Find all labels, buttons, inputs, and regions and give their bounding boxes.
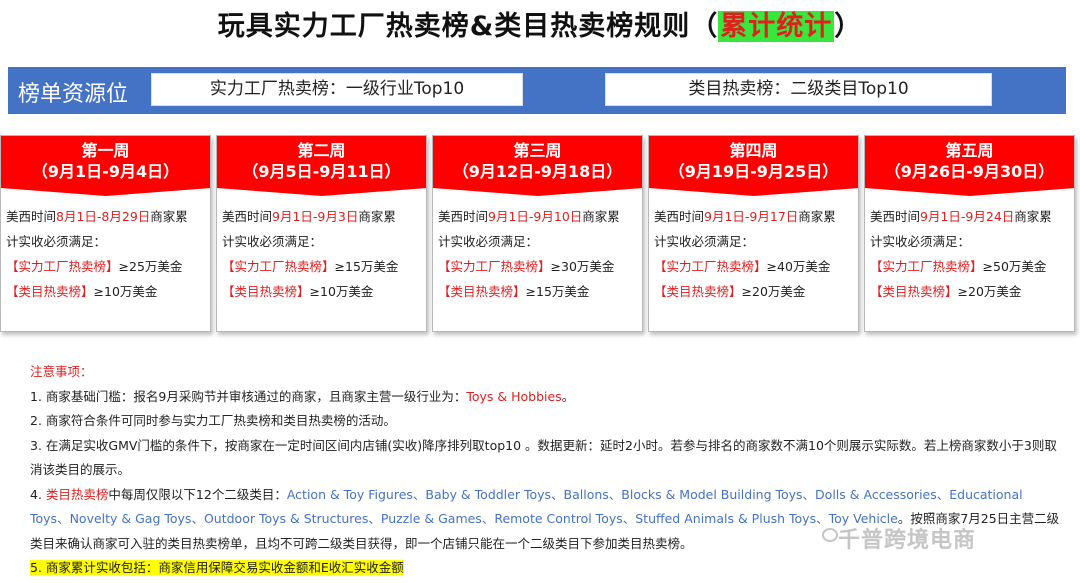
title-suffix: ） <box>834 11 863 42</box>
week-card: 第五周 （9月26日-9月30日） 美西时间9月1日-9月24日商家累 计实收必… <box>864 135 1075 332</box>
week-card: 第三周 （9月12日-9月18日） 美西时间9月1日-9月10日商家累 计实收必… <box>432 135 643 332</box>
week-card-body: 美西时间9月1日-9月17日商家累 计实收必须满足： 【实力工厂热卖榜】≥40万… <box>649 188 858 304</box>
week-card-body: 美西时间8月1日-8月29日商家累 计实收必须满足： 【实力工厂热卖榜】≥25万… <box>1 188 210 304</box>
note-5: 5. 商家累计实收包括：商家信用保障交易实收金额和E收汇实收金额 <box>30 560 404 575</box>
week-dates: （9月26日-9月30日） <box>884 162 1055 181</box>
week-dates: （9月5日-9月11日） <box>242 162 401 181</box>
note-4-number: 4. <box>30 486 46 502</box>
week-card-body: 美西时间9月1日-9月10日商家累 计实收必须满足： 【实力工厂热卖榜】≥30万… <box>433 188 642 304</box>
time-range: 9月1日-9月17日 <box>704 209 799 224</box>
week-card: 第一周 （9月1日-9月4日） 美西时间8月1日-8月29日商家累 计实收必须满… <box>0 135 211 332</box>
time-range: 9月1日-9月24日 <box>920 209 1015 224</box>
category-tag: 【类目热卖榜】 <box>438 284 526 299</box>
wechat-icon <box>822 528 838 542</box>
title-main: 玩具实力工厂热卖榜&类目热卖榜规则（ <box>217 11 719 42</box>
week-dates: （9月12日-9月18日） <box>452 162 623 181</box>
factory-amount: ≥30万美金 <box>550 259 615 274</box>
time-suffix: 商家累 <box>798 209 836 224</box>
factory-tag: 【实力工厂热卖榜】 <box>6 259 119 274</box>
requirement-text: 计实收必须满足： <box>438 234 539 249</box>
note-1-text: 1. 商家基础门槛：报名9月采购节并审核通过的商家，且商家主营一级行业为： <box>30 388 467 404</box>
factory-amount: ≥50万美金 <box>982 259 1047 274</box>
category-amount: ≥10万美金 <box>309 284 374 299</box>
week-cards: 第一周 （9月1日-9月4日） 美西时间8月1日-8月29日商家累 计实收必须满… <box>0 135 1080 335</box>
category-tag: 【类目热卖榜】 <box>654 284 742 299</box>
note-1-industry: Toys & Hobbies <box>466 388 562 404</box>
time-prefix: 美西时间 <box>438 209 489 224</box>
resource-banner: 榜单资源位 实力工厂热卖榜：一级行业Top10 类目热卖榜：二级类目Top10 <box>8 67 1066 114</box>
time-suffix: 商家累 <box>1014 209 1052 224</box>
category-tag: 【类目热卖榜】 <box>870 284 958 299</box>
factory-amount: ≥40万美金 <box>766 259 831 274</box>
week-card-header: 第四周 （9月19日-9月25日） <box>649 136 859 196</box>
week-card-header: 第二周 （9月5日-9月11日） <box>217 136 427 196</box>
week-name: 第二周 <box>297 141 346 160</box>
time-prefix: 美西时间 <box>6 209 57 224</box>
time-prefix: 美西时间 <box>870 209 921 224</box>
category-amount: ≥20万美金 <box>741 284 806 299</box>
time-range: 9月1日-9月3日 <box>272 209 359 224</box>
time-prefix: 美西时间 <box>654 209 705 224</box>
note-1-end: 。 <box>561 388 575 404</box>
week-dates: （9月19日-9月25日） <box>668 162 839 181</box>
week-name: 第四周 <box>729 141 778 160</box>
week-card-header: 第五周 （9月26日-9月30日） <box>865 136 1075 196</box>
factory-tag: 【实力工厂热卖榜】 <box>222 259 335 274</box>
note-2: 2. 商家符合条件可同时参与实力工厂热卖榜和类目热卖榜的活动。 <box>30 413 396 428</box>
time-suffix: 商家累 <box>582 209 620 224</box>
title-highlight: 累计统计 <box>718 11 835 42</box>
factory-amount: ≥15万美金 <box>334 259 399 274</box>
note-3: 3. 在满足实收GMV门槛的条件下，按商家在一定时间区间内店铺(实收)降序排列取… <box>30 437 1057 478</box>
requirement-text: 计实收必须满足： <box>6 234 107 249</box>
watermark: 千普跨境电商 <box>838 528 977 553</box>
note-4-ranking: 类目热卖榜 <box>45 486 109 502</box>
week-card-header: 第三周 （9月12日-9月18日） <box>433 136 643 196</box>
week-card: 第二周 （9月5日-9月11日） 美西时间9月1日-9月3日商家累 计实收必须满… <box>216 135 427 332</box>
factory-tag: 【实力工厂热卖榜】 <box>438 259 551 274</box>
factory-tag: 【实力工厂热卖榜】 <box>870 259 983 274</box>
category-amount: ≥15万美金 <box>525 284 590 299</box>
banner-label: 榜单资源位 <box>18 82 129 107</box>
week-card: 第四周 （9月19日-9月25日） 美西时间9月1日-9月17日商家累 计实收必… <box>648 135 859 332</box>
note-1: 1. 商家基础门槛：报名9月采购节并审核通过的商家，且商家主营一级行业为：Toy… <box>30 385 1065 410</box>
week-card-header: 第一周 （9月1日-9月4日） <box>1 136 211 196</box>
week-name: 第五周 <box>945 141 994 160</box>
time-suffix: 商家累 <box>150 209 188 224</box>
time-suffix: 商家累 <box>358 209 396 224</box>
week-dates: （9月1日-9月4日） <box>31 162 180 181</box>
requirement-text: 计实收必须满足： <box>222 234 323 249</box>
category-amount: ≥10万美金 <box>93 284 158 299</box>
category-ranking-pill: 类目热卖榜：二级类目Top10 <box>605 73 992 106</box>
time-range: 9月1日-9月10日 <box>488 209 583 224</box>
time-range: 8月1日-8月29日 <box>56 209 151 224</box>
week-name: 第三周 <box>513 141 562 160</box>
requirement-text: 计实收必须满足： <box>870 234 971 249</box>
notes-heading: 注意事项： <box>30 364 93 379</box>
page-title: 玩具实力工厂热卖榜&类目热卖榜规则（累计统计） <box>0 4 1080 43</box>
factory-amount: ≥25万美金 <box>118 259 183 274</box>
note-4-text: 中每周仅限以下12个二级类目： <box>108 486 287 502</box>
category-amount: ≥20万美金 <box>957 284 1022 299</box>
category-tag: 【类目热卖榜】 <box>222 284 310 299</box>
time-prefix: 美西时间 <box>222 209 273 224</box>
week-card-body: 美西时间9月1日-9月3日商家累 计实收必须满足： 【实力工厂热卖榜】≥15万美… <box>217 188 426 304</box>
category-tag: 【类目热卖榜】 <box>6 284 94 299</box>
requirement-text: 计实收必须满足： <box>654 234 755 249</box>
factory-ranking-pill: 实力工厂热卖榜：一级行业Top10 <box>151 73 523 106</box>
factory-tag: 【实力工厂热卖榜】 <box>654 259 767 274</box>
week-card-body: 美西时间9月1日-9月24日商家累 计实收必须满足： 【实力工厂热卖榜】≥50万… <box>865 188 1074 304</box>
week-name: 第一周 <box>81 141 130 160</box>
